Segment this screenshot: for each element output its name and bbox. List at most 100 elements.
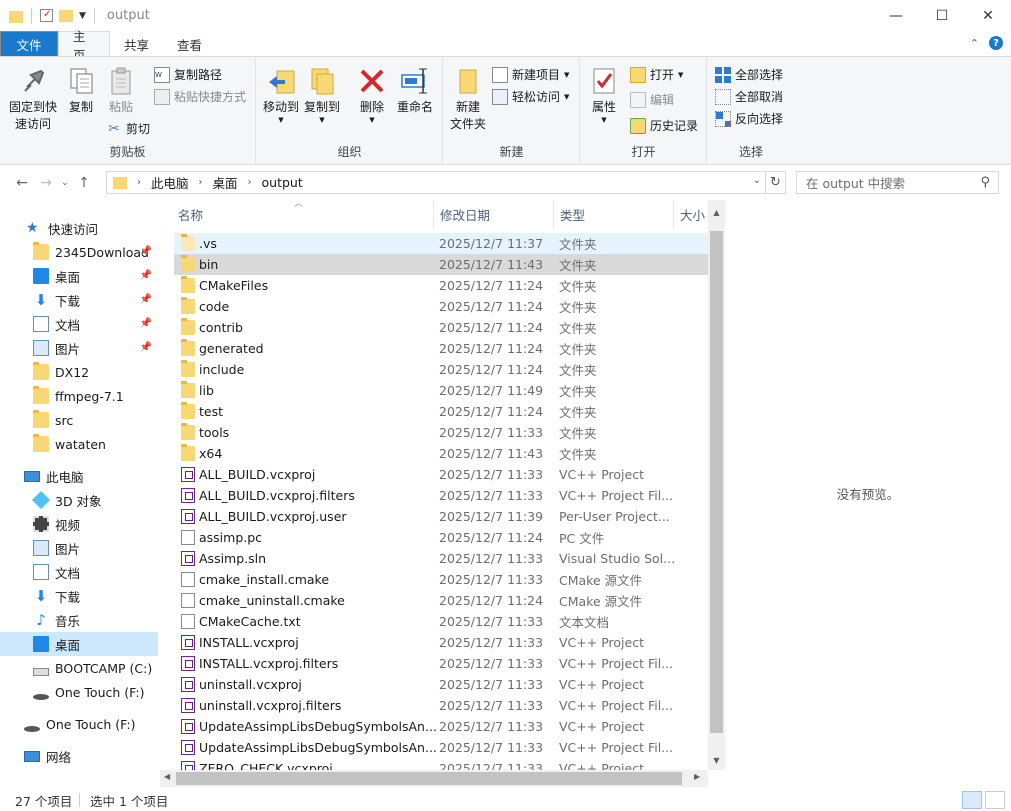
refresh-button[interactable]: ↻ bbox=[766, 171, 786, 194]
column-name[interactable]: 名称 ︿ bbox=[172, 200, 434, 228]
collapse-ribbon-icon[interactable]: ⌃ bbox=[970, 37, 979, 50]
maximize-button[interactable]: ☐ bbox=[919, 0, 965, 31]
file-row[interactable]: assimp.pc 2025/12/7 11:24 PC 文件 bbox=[174, 527, 708, 548]
nav-item-videos[interactable]: 视频 bbox=[0, 512, 158, 536]
nav-drive-onetouch[interactable]: One Touch (F:) bbox=[0, 712, 158, 736]
vertical-scrollbar[interactable]: ▲ ▼ bbox=[708, 200, 725, 770]
nav-item-3d-objects[interactable]: 3D 对象 bbox=[0, 488, 158, 512]
crumb-output[interactable]: output bbox=[256, 175, 309, 190]
customize-qa-icon[interactable]: ▼ bbox=[79, 11, 86, 21]
crumb-this-pc[interactable]: 此电脑 bbox=[145, 173, 195, 192]
pin-quick-access-button[interactable]: 固定到快 速访问 bbox=[6, 65, 60, 133]
file-row[interactable]: INSTALL.vcxproj 2025/12/7 11:33 VC++ Proje… bbox=[174, 632, 708, 653]
nav-item-dx12[interactable]: DX12 bbox=[0, 360, 158, 384]
nav-item-src[interactable]: src bbox=[0, 408, 158, 432]
file-row[interactable]: code 2025/12/7 11:24 文件夹 bbox=[174, 296, 708, 317]
file-row[interactable]: ALL_BUILD.vcxproj.user 2025/12/7 11:39 Per… bbox=[174, 506, 708, 527]
file-row[interactable]: generated 2025/12/7 11:24 文件夹 bbox=[174, 338, 708, 359]
nav-item-pc-downloads[interactable]: ⬇ 下载 bbox=[0, 584, 158, 608]
file-row[interactable]: x64 2025/12/7 11:43 文件夹 bbox=[174, 443, 708, 464]
horizontal-scrollbar[interactable]: ◀ ▶ bbox=[160, 770, 708, 787]
minimize-button[interactable]: — bbox=[873, 0, 919, 31]
file-row[interactable]: ZERO_CHECK.vcxproj 2025/12/7 11:33 VC++ Pr… bbox=[174, 758, 708, 770]
chevron-right-icon[interactable]: › bbox=[244, 177, 256, 188]
nav-item-bootcamp[interactable]: BOOTCAMP (C:) bbox=[0, 656, 158, 680]
rename-button[interactable]: 重命名 bbox=[395, 65, 435, 116]
nav-item-documents[interactable]: 文档 📌 bbox=[0, 312, 158, 336]
tab-file[interactable]: 文件 bbox=[0, 31, 58, 57]
file-row[interactable]: include 2025/12/7 11:24 文件夹 bbox=[174, 359, 708, 380]
scroll-right-icon[interactable]: ▶ bbox=[694, 772, 700, 781]
new-folder-icon[interactable] bbox=[59, 9, 73, 22]
nav-this-pc[interactable]: 此电脑 bbox=[0, 464, 158, 488]
nav-item-wataten[interactable]: wataten bbox=[0, 432, 158, 456]
tab-share[interactable]: 共享 bbox=[110, 31, 163, 57]
move-to-button[interactable]: 移动到 ▼ bbox=[261, 65, 301, 124]
search-input[interactable]: 在 output 中搜索 ⚲ bbox=[796, 171, 999, 194]
close-button[interactable]: ✕ bbox=[965, 0, 1011, 31]
chevron-right-icon[interactable]: › bbox=[195, 177, 207, 188]
file-row[interactable]: UpdateAssimpLibsDebugSymbolsAn... 2025/12… bbox=[174, 716, 708, 737]
file-row[interactable]: contrib 2025/12/7 11:24 文件夹 bbox=[174, 317, 708, 338]
address-bar[interactable]: › 此电脑 › 桌面 › output ⌄ bbox=[106, 171, 766, 194]
history-button[interactable]: 历史记录 bbox=[630, 117, 698, 134]
open-button[interactable]: 打开 ▼ bbox=[630, 66, 683, 83]
recent-dropdown-icon[interactable]: ⌄ bbox=[58, 178, 72, 188]
copy-to-button[interactable]: 复制到 ▼ bbox=[302, 65, 342, 124]
details-view-button[interactable] bbox=[962, 791, 982, 809]
nav-item-ffmpeg[interactable]: ffmpeg-7.1 bbox=[0, 384, 158, 408]
file-row[interactable]: uninstall.vcxproj 2025/12/7 11:33 VC++ Pro… bbox=[174, 674, 708, 695]
nav-item-pictures[interactable]: 图片 📌 bbox=[0, 336, 158, 360]
scroll-down-icon[interactable]: ▼ bbox=[708, 756, 725, 765]
nav-item-onetouch[interactable]: One Touch (F:) bbox=[0, 680, 158, 704]
new-item-button[interactable]: 新建项目 ▼ bbox=[492, 66, 569, 83]
nav-item-pc-pictures[interactable]: 图片 bbox=[0, 536, 158, 560]
file-row[interactable]: ALL_BUILD.vcxproj 2025/12/7 11:33 VC++ Pro… bbox=[174, 464, 708, 485]
scroll-thumb[interactable] bbox=[176, 772, 682, 785]
scroll-up-icon[interactable]: ▲ bbox=[708, 208, 725, 217]
file-row[interactable]: INSTALL.vcxproj.filters 2025/12/7 11:33 VC… bbox=[174, 653, 708, 674]
select-none-button[interactable]: 全部取消 bbox=[715, 88, 783, 105]
column-type[interactable]: 类型 bbox=[554, 200, 674, 228]
tab-home[interactable]: 主页 bbox=[58, 29, 110, 63]
file-row[interactable]: CMakeFiles 2025/12/7 11:24 文件夹 bbox=[174, 275, 708, 296]
paste-button[interactable]: 粘贴 bbox=[104, 65, 138, 116]
help-icon[interactable]: ? bbox=[989, 36, 1003, 50]
large-icons-view-button[interactable] bbox=[985, 791, 1005, 809]
nav-quick-access[interactable]: ★ 快速访问 bbox=[26, 216, 160, 240]
file-row[interactable]: uninstall.vcxproj.filters 2025/12/7 11:33… bbox=[174, 695, 708, 716]
nav-item-downloads[interactable]: ⬇ 下载 📌 bbox=[0, 288, 158, 312]
paste-shortcut-button[interactable]: 粘贴快捷方式 bbox=[154, 88, 246, 105]
copy-path-button[interactable]: W 复制路径 bbox=[154, 66, 222, 83]
copy-button[interactable]: 复制 bbox=[64, 65, 98, 116]
forward-button[interactable]: → bbox=[34, 175, 58, 191]
file-row[interactable]: Assimp.sln 2025/12/7 11:33 Visual Studio S… bbox=[174, 548, 708, 569]
nav-item-2345download[interactable]: 2345Download 📌 bbox=[0, 240, 158, 264]
cut-button[interactable]: ✂ 剪切 bbox=[106, 120, 150, 137]
back-button[interactable]: ← bbox=[10, 175, 34, 191]
nav-item-music[interactable]: ♪ 音乐 bbox=[0, 608, 158, 632]
delete-button[interactable]: 删除 ▼ bbox=[355, 65, 389, 124]
file-row[interactable]: bin 2025/12/7 11:43 文件夹 bbox=[174, 254, 708, 275]
column-date[interactable]: 修改日期 bbox=[434, 200, 554, 228]
nav-network[interactable]: 网络 bbox=[0, 744, 158, 768]
scroll-left-icon[interactable]: ◀ bbox=[164, 772, 170, 781]
column-size[interactable]: 大小 bbox=[674, 200, 708, 228]
new-folder-button[interactable]: 新建 文件夹 bbox=[448, 65, 488, 133]
invert-selection-button[interactable]: 反向选择 bbox=[715, 110, 783, 127]
file-row[interactable]: UpdateAssimpLibsDebugSymbolsAn... 2025/12… bbox=[174, 737, 708, 758]
edit-button[interactable]: 编辑 bbox=[630, 91, 674, 108]
file-row[interactable]: cmake_uninstall.cmake 2025/12/7 11:24 CMak… bbox=[174, 590, 708, 611]
chevron-right-icon[interactable]: › bbox=[133, 177, 145, 188]
file-row[interactable]: .vs 2025/12/7 11:37 文件夹 bbox=[174, 233, 708, 254]
scroll-thumb[interactable] bbox=[710, 231, 723, 733]
address-dropdown-icon[interactable]: ⌄ bbox=[753, 175, 761, 186]
up-button[interactable]: ↑ bbox=[72, 175, 96, 191]
file-row[interactable]: tools 2025/12/7 11:33 文件夹 bbox=[174, 422, 708, 443]
nav-item-pc-desktop[interactable]: 桌面 bbox=[0, 632, 158, 656]
properties-icon[interactable]: ✓ bbox=[40, 9, 53, 22]
file-row[interactable]: test 2025/12/7 11:24 文件夹 bbox=[174, 401, 708, 422]
select-all-button[interactable]: 全部选择 bbox=[715, 66, 783, 83]
properties-button[interactable]: 属性 ▼ bbox=[587, 65, 621, 124]
file-row[interactable]: ALL_BUILD.vcxproj.filters 2025/12/7 11:33… bbox=[174, 485, 708, 506]
